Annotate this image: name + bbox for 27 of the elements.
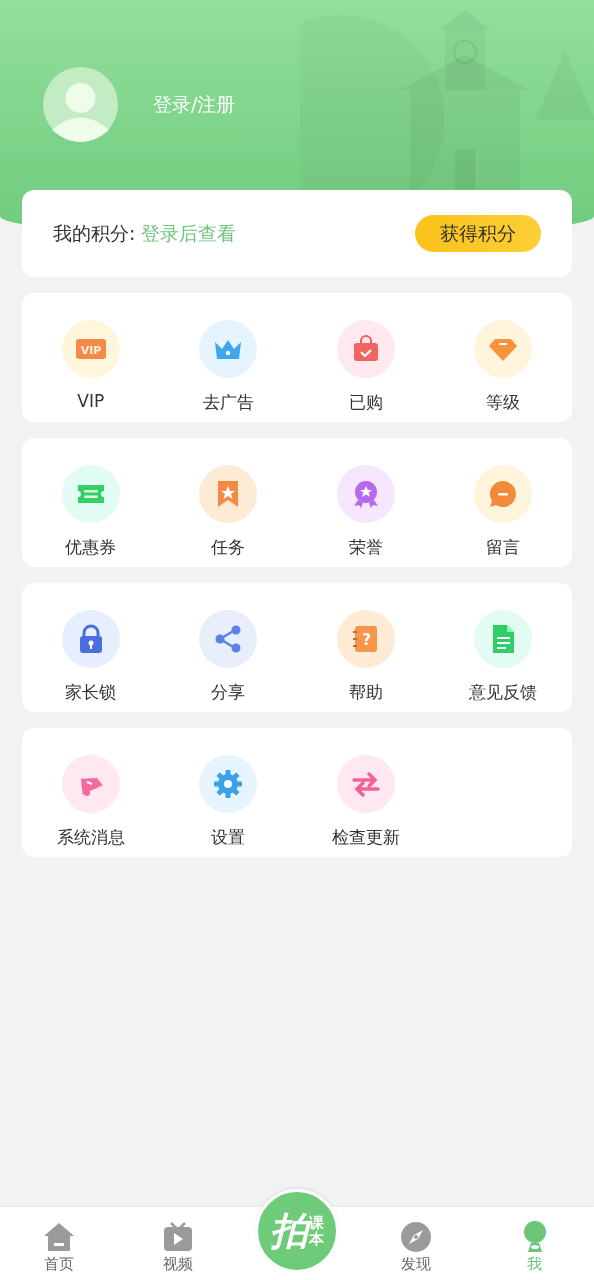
points-label: 我的积分: xyxy=(53,220,136,246)
earn-points-button[interactable]: 获得积分 xyxy=(415,215,541,252)
home-icon xyxy=(43,1221,76,1253)
tab-item[interactable]: 首页 xyxy=(0,1221,119,1274)
vip-icon: VIP xyxy=(61,320,120,378)
points-value: 登录后查看 xyxy=(141,220,237,246)
menu-item[interactable]: 系统消息 xyxy=(22,728,160,857)
menu-item[interactable]: 家长锁 xyxy=(22,583,160,712)
menu-item[interactable]: 任务 xyxy=(159,438,297,567)
menu-item[interactable]: 等级 xyxy=(434,293,572,422)
menu-item[interactable]: 优惠券 xyxy=(22,438,160,567)
menu-item[interactable]: VIP VIP xyxy=(22,293,160,422)
tab-item[interactable]: 视频 xyxy=(118,1221,238,1274)
tab-item[interactable]: 发现 xyxy=(356,1221,476,1274)
compass-icon xyxy=(399,1221,432,1253)
menu-item[interactable]: 检查更新 xyxy=(297,728,435,857)
menu-item[interactable]: 已购 xyxy=(297,293,435,422)
menu-item[interactable]: 留言 xyxy=(434,438,572,567)
help-book-icon: ? xyxy=(336,610,395,668)
menu-item[interactable]: 意见反馈 xyxy=(434,583,572,712)
avatar-icon[interactable] xyxy=(43,67,118,142)
menu-item[interactable]: 分享 xyxy=(159,583,297,712)
menu-item[interactable]: 设置 xyxy=(159,728,297,857)
menu-item[interactable]: 荣誉 xyxy=(297,438,435,567)
tv-icon xyxy=(162,1221,195,1253)
menu-item[interactable]: 去广告 xyxy=(159,293,297,422)
menu-item[interactable]: ? 帮助 xyxy=(297,583,435,712)
